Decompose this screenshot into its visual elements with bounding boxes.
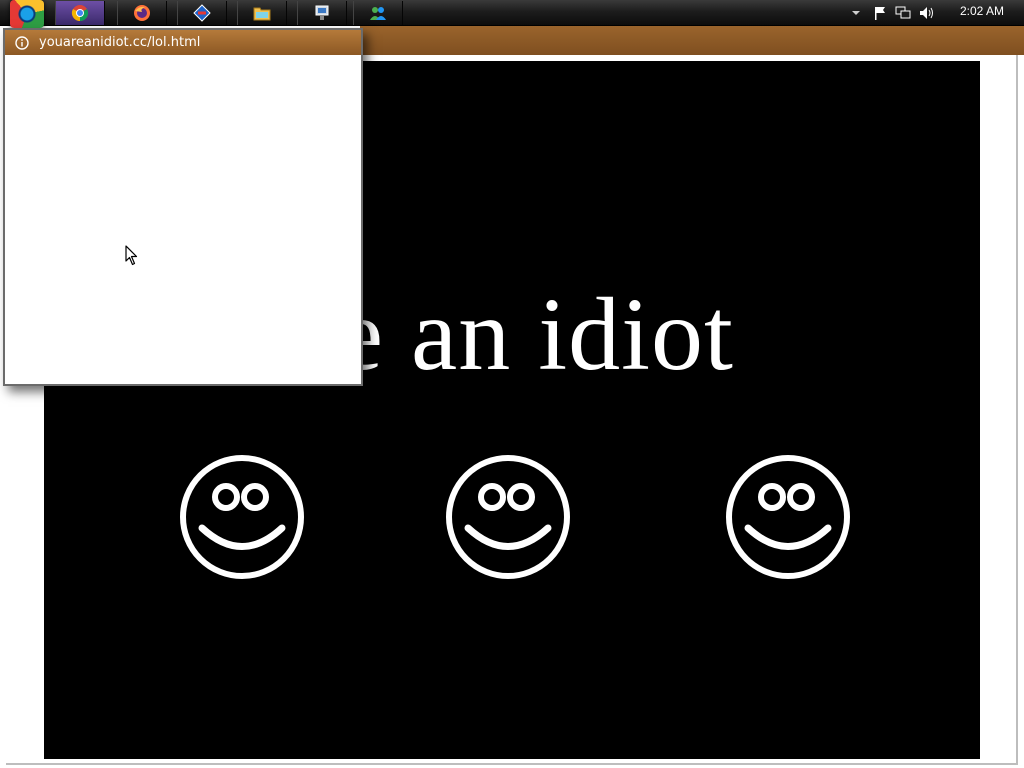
taskbar-clock[interactable]: 2:02 AM [960, 4, 1004, 18]
popup-url: youareanidiot.cc/lol.html [39, 35, 201, 50]
popup-window[interactable]: youareanidiot.cc/lol.html [3, 28, 363, 386]
back-window-titlebar [360, 26, 1024, 55]
info-icon[interactable] [15, 35, 29, 50]
taskbar-app-button[interactable] [353, 1, 403, 25]
taskbar-firefox-button[interactable] [117, 1, 167, 25]
mouse-cursor-icon [125, 245, 138, 266]
taskbar-explorer-button[interactable] [237, 1, 287, 25]
taskbar-app-button[interactable] [177, 1, 227, 25]
taskbar-app-button[interactable] [297, 1, 347, 25]
flag-icon[interactable] [872, 5, 888, 21]
smiley-face-icon [446, 455, 570, 579]
folder-icon [253, 7, 271, 21]
blue-app-icon [193, 4, 211, 22]
taskbar: 2:02 AM [0, 0, 1024, 28]
smiley-face-icon [726, 455, 850, 579]
taskbar-chrome-button[interactable] [55, 1, 105, 25]
people-icon [370, 7, 386, 20]
network-app-icon [315, 5, 329, 20]
chevron-down-icon[interactable] [850, 5, 862, 21]
chrome-icon [71, 5, 89, 22]
smiley-face-icon [180, 455, 304, 579]
network-icon[interactable] [894, 5, 912, 21]
volume-icon[interactable] [918, 5, 936, 21]
system-tray: 2:02 AM [834, 0, 1024, 26]
popup-address-bar: youareanidiot.cc/lol.html [5, 30, 361, 55]
firefox-icon [134, 5, 150, 21]
start-button[interactable] [10, 0, 44, 28]
